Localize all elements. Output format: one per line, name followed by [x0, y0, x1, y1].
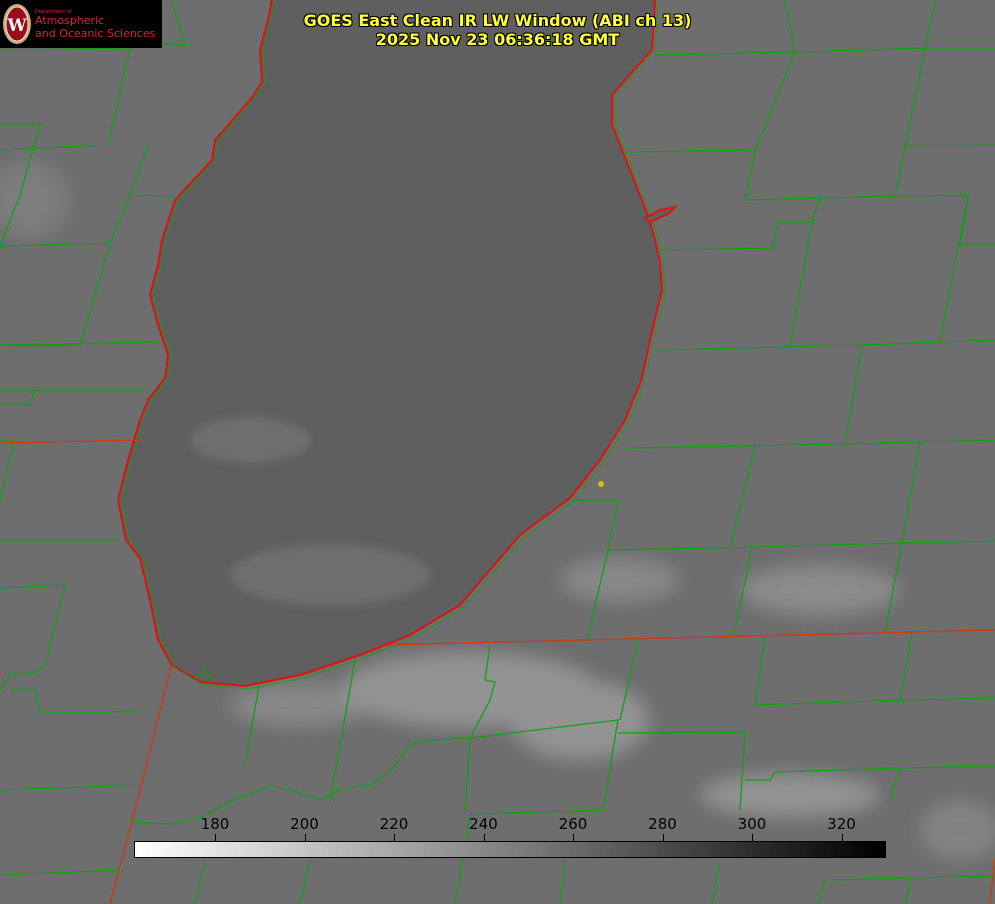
colorbar-tick-mark — [483, 834, 485, 841]
logo-line-2: and Oceanic Sciences — [35, 27, 156, 40]
colorbar-tick-label: 300 — [737, 815, 767, 833]
colorbar-tick-label: 240 — [469, 815, 498, 833]
colorbar-tick-label: 320 — [827, 815, 856, 833]
colorbar-tick-mark — [662, 834, 664, 841]
colorbar-tick-label: 280 — [648, 815, 677, 833]
colorbar-tick-label: 220 — [379, 815, 409, 833]
colorbar-tick-label: 260 — [558, 815, 588, 833]
satellite-image-viewer: GOES East Clean IR LW Window (ABI ch 13)… — [0, 0, 995, 904]
colorbar-tick-mark — [215, 834, 216, 841]
colorbar-tick-mark — [304, 834, 306, 841]
logo-line-1: Atmospheric — [35, 14, 105, 27]
colorbar-tick-mark — [573, 834, 574, 841]
colorbar-tick-mark — [394, 834, 395, 841]
colorbar-tick-label: 180 — [200, 815, 230, 833]
satellite-map — [0, 0, 995, 904]
aos-logo[interactable]: W Department of Atmospheric and Oceanic … — [0, 0, 162, 48]
station-marker-icon — [598, 481, 604, 487]
svg-text:W: W — [6, 16, 27, 36]
colorbar-tick-mark — [841, 834, 843, 841]
colorbar — [134, 841, 886, 858]
colorbar-tick-label: 200 — [290, 815, 319, 833]
uw-madison-seal-icon: W — [3, 4, 31, 44]
colorbar-tick-mark — [752, 834, 753, 841]
